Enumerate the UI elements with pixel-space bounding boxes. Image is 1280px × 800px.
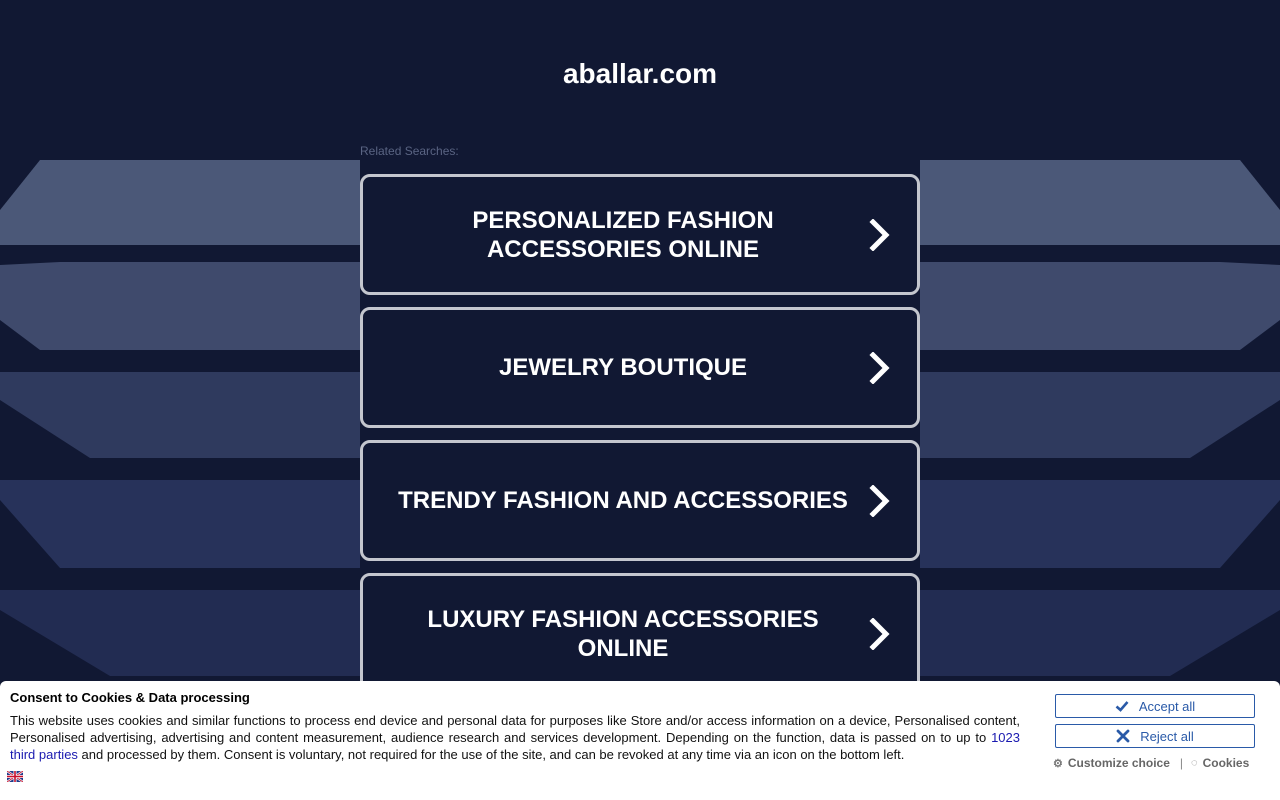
search-link-personalized-fashion-accessories-online[interactable]: PERSONALIZED FASHION ACCESSORIES ONLINE: [360, 174, 920, 295]
checkmark-icon: [1115, 701, 1129, 712]
search-link-label: LUXURY FASHION ACCESSORIES ONLINE: [427, 605, 819, 662]
consent-text-after: and processed by them. Consent is volunt…: [77, 747, 905, 762]
chevron-right-icon: [869, 617, 890, 650]
search-link-jewelry-boutique[interactable]: JEWELRY BOUTIQUE: [360, 307, 920, 428]
chevron-right-icon: [869, 351, 890, 384]
customize-choice-label: Customize choice: [1067, 756, 1170, 770]
customize-choice-link[interactable]: ⚙ Customize choice: [1053, 756, 1170, 770]
search-link-label: TRENDY FASHION AND ACCESSORIES: [398, 487, 848, 514]
consent-text-before: This website uses cookies and similar fu…: [10, 713, 1020, 745]
cookies-label: Cookies: [1202, 756, 1250, 770]
consent-title: Consent to Cookies & Data processing: [10, 690, 250, 705]
search-link-luxury-fashion-accessories-online[interactable]: LUXURY FASHION ACCESSORIES ONLINE: [360, 573, 920, 694]
reject-all-button[interactable]: Reject all: [1055, 724, 1255, 748]
chevron-right-icon: [869, 484, 890, 517]
gear-icon: ⚙: [1053, 757, 1063, 770]
cookies-link[interactable]: ◌ Cookies: [1191, 756, 1249, 770]
consent-secondary-links: ⚙ Customize choice | ◌ Cookies: [1053, 756, 1263, 770]
close-icon: [1116, 729, 1130, 743]
related-searches-list: PERSONALIZED FASHION ACCESSORIES ONLINE …: [360, 174, 920, 706]
accept-all-label: Accept all: [1138, 698, 1196, 714]
cookie-icon: ◌: [1191, 757, 1198, 769]
cookie-consent-banner: Consent to Cookies & Data processing Thi…: [0, 681, 1280, 800]
related-searches-label: Related Searches:: [360, 144, 459, 158]
reject-all-label: Reject all: [1140, 728, 1194, 744]
link-separator: |: [1179, 756, 1184, 770]
chevron-right-icon: [869, 218, 890, 251]
search-link-label: PERSONALIZED FASHION ACCESSORIES ONLINE: [472, 206, 774, 263]
site-title: aballar.com: [562, 58, 718, 89]
search-link-label: JEWELRY BOUTIQUE: [498, 354, 748, 381]
accept-all-button[interactable]: Accept all: [1055, 694, 1255, 718]
uk-flag-icon[interactable]: [7, 771, 23, 782]
consent-description: This website uses cookies and similar fu…: [10, 712, 1020, 763]
search-link-trendy-fashion-and-accessories[interactable]: TRENDY FASHION AND ACCESSORIES: [360, 440, 920, 561]
